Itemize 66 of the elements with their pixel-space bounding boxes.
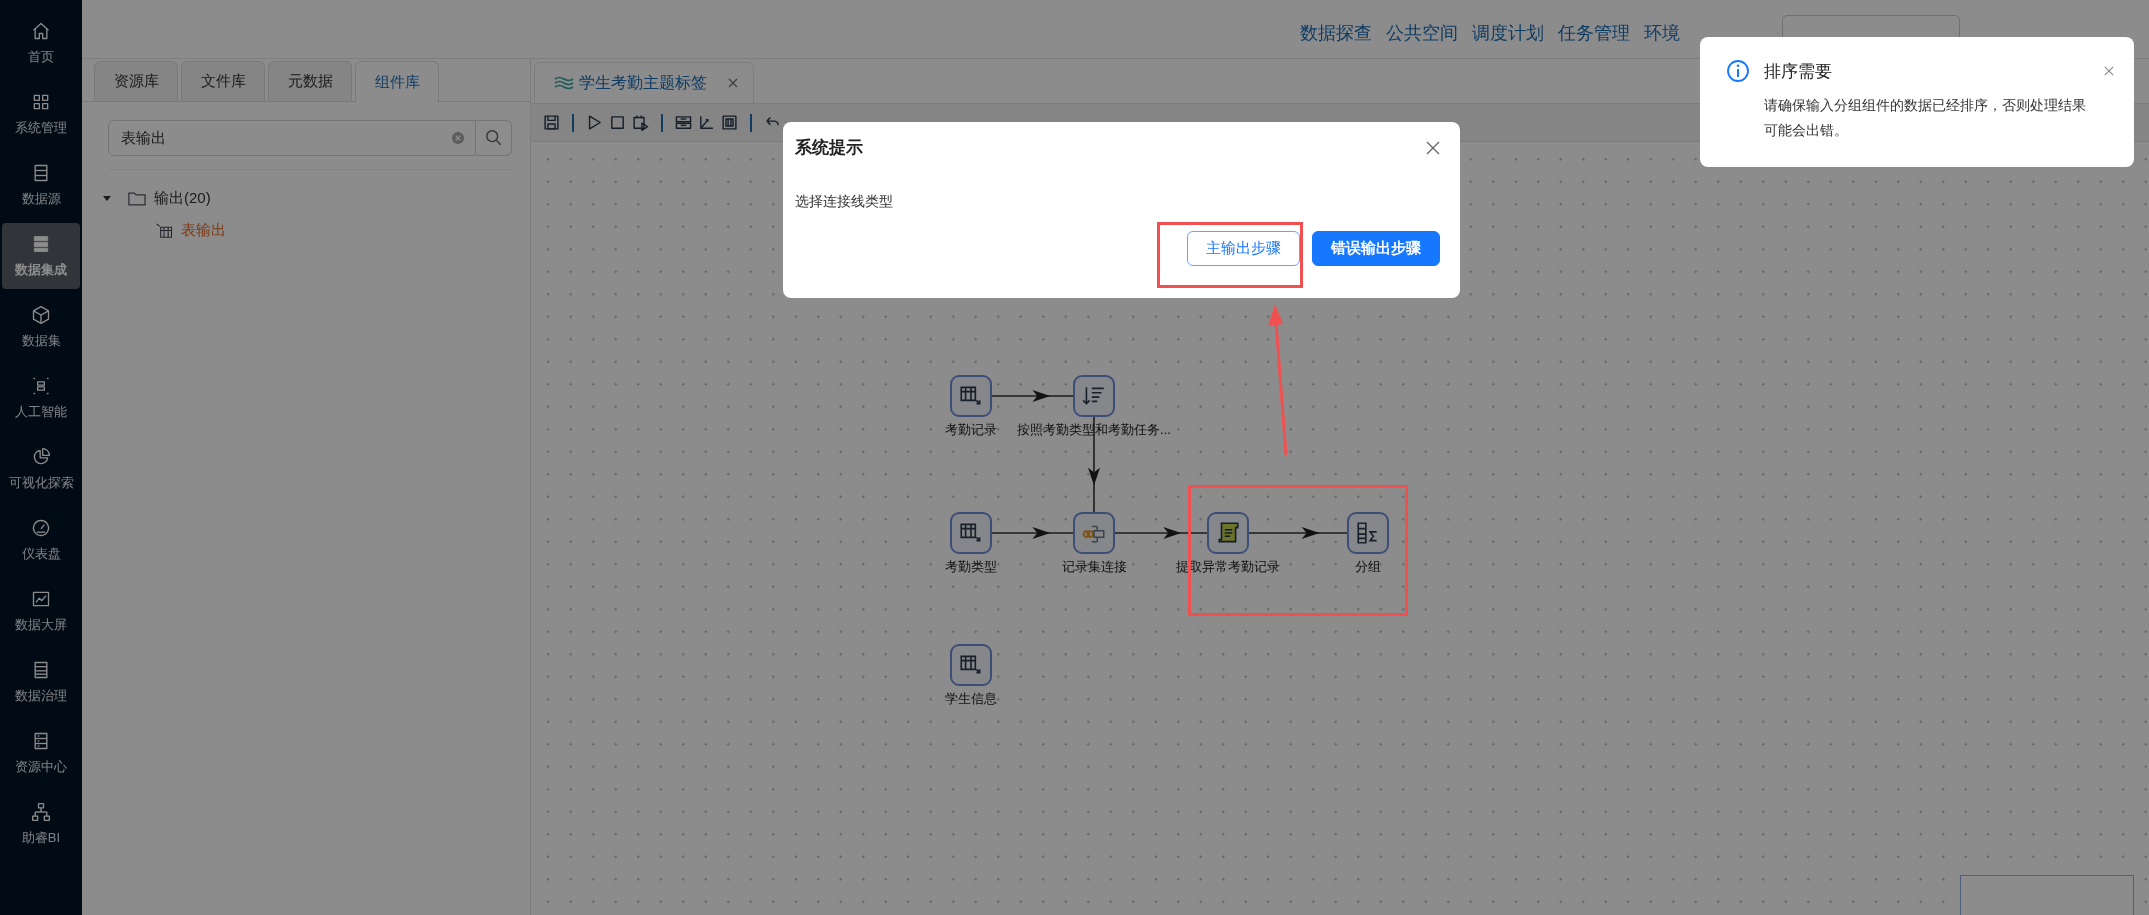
step-node[interactable]	[1347, 512, 1389, 554]
pie-chart-icon	[31, 446, 51, 467]
sidebar-item[interactable]: 可视化探索	[2, 436, 80, 502]
menu-link[interactable]: 调度计划	[1472, 21, 1544, 45]
close-icon[interactable]	[1426, 140, 1440, 155]
primary-button[interactable]: 错误输出步骤	[1312, 231, 1440, 266]
caret-icon[interactable]	[102, 193, 112, 203]
notification-message: 请确保输入分组组件的数据已经排序，否则处理结果可能会出错。	[1764, 96, 2087, 140]
panel-tab[interactable]: 组件库	[355, 61, 439, 102]
search-field[interactable]: 表输出	[108, 120, 476, 156]
search-button[interactable]	[476, 120, 512, 156]
sidebar-item[interactable]: 数据集成	[2, 223, 80, 289]
tree-item[interactable]: 输出(20)	[154, 188, 211, 208]
menu-link[interactable]: 公共空间	[1386, 21, 1458, 45]
sidebar-item[interactable]: 系统管理	[2, 81, 80, 147]
schedule-icon[interactable]	[632, 114, 649, 131]
tree-item[interactable]: 表输出	[181, 220, 226, 240]
close-icon[interactable]	[2104, 65, 2114, 77]
close-icon[interactable]	[727, 77, 739, 89]
panel-tab[interactable]: 元数据	[268, 61, 352, 101]
gauge-icon	[31, 517, 51, 538]
step-node[interactable]	[950, 512, 992, 554]
node-label: 记录集连接	[1061, 558, 1127, 576]
stop-icon[interactable]	[609, 114, 626, 131]
info-icon	[1726, 59, 1750, 83]
sidebar-item[interactable]: 数据源	[2, 152, 80, 218]
table-icon	[155, 222, 173, 238]
editor-tab[interactable]: 学生考勤主题标签	[534, 62, 754, 103]
step-node[interactable]	[1073, 375, 1115, 417]
panel-tab[interactable]: 资源库	[94, 61, 178, 101]
step-node[interactable]	[950, 375, 992, 417]
step-node[interactable]	[1207, 512, 1249, 554]
node-label: 学生信息	[945, 690, 997, 708]
sidebar-item[interactable]: 数据集	[2, 294, 80, 360]
step-node[interactable]	[950, 644, 992, 686]
save-icon[interactable]	[543, 114, 560, 131]
home-icon	[31, 20, 51, 41]
layout-icon[interactable]	[675, 114, 692, 131]
sidebar-item[interactable]: 首页	[2, 10, 80, 76]
folder-icon	[128, 190, 146, 206]
step-node[interactable]	[1073, 512, 1115, 554]
node-label: 考勤记录	[945, 421, 997, 439]
run-icon[interactable]	[586, 114, 603, 131]
sidebar-item[interactable]: 人工智能	[2, 365, 80, 431]
hierarchy-icon	[31, 801, 51, 822]
search-icon	[484, 129, 503, 147]
server-icon	[31, 233, 51, 254]
cube-icon	[31, 304, 51, 325]
menu-link[interactable]: 数据探查	[1300, 21, 1372, 45]
sidebar-item[interactable]: 助睿BI	[2, 791, 80, 857]
waves-icon	[553, 75, 575, 91]
dialog-message: 选择连接线类型	[795, 193, 894, 211]
sidebar-item[interactable]: 仪表盘	[2, 507, 80, 573]
notification-title: 排序需要	[1764, 61, 1833, 83]
node-label: 分组	[1355, 558, 1381, 576]
menu-link[interactable]: 环境	[1644, 21, 1680, 45]
sidebar-item[interactable]: 数据大屏	[2, 578, 80, 644]
sidebar-item[interactable]: 数据治理	[2, 649, 80, 715]
sidebar-item[interactable]: 资源中心	[2, 720, 80, 786]
node-label: 考勤类型	[945, 558, 997, 576]
scan-icon	[31, 375, 51, 396]
panel-tab[interactable]: 文件库	[181, 61, 265, 101]
axis-icon[interactable]	[698, 114, 715, 131]
dialog-title: 系统提示	[795, 137, 863, 159]
menu-link[interactable]: 任务管理	[1558, 21, 1630, 45]
frame-icon[interactable]	[721, 114, 738, 131]
